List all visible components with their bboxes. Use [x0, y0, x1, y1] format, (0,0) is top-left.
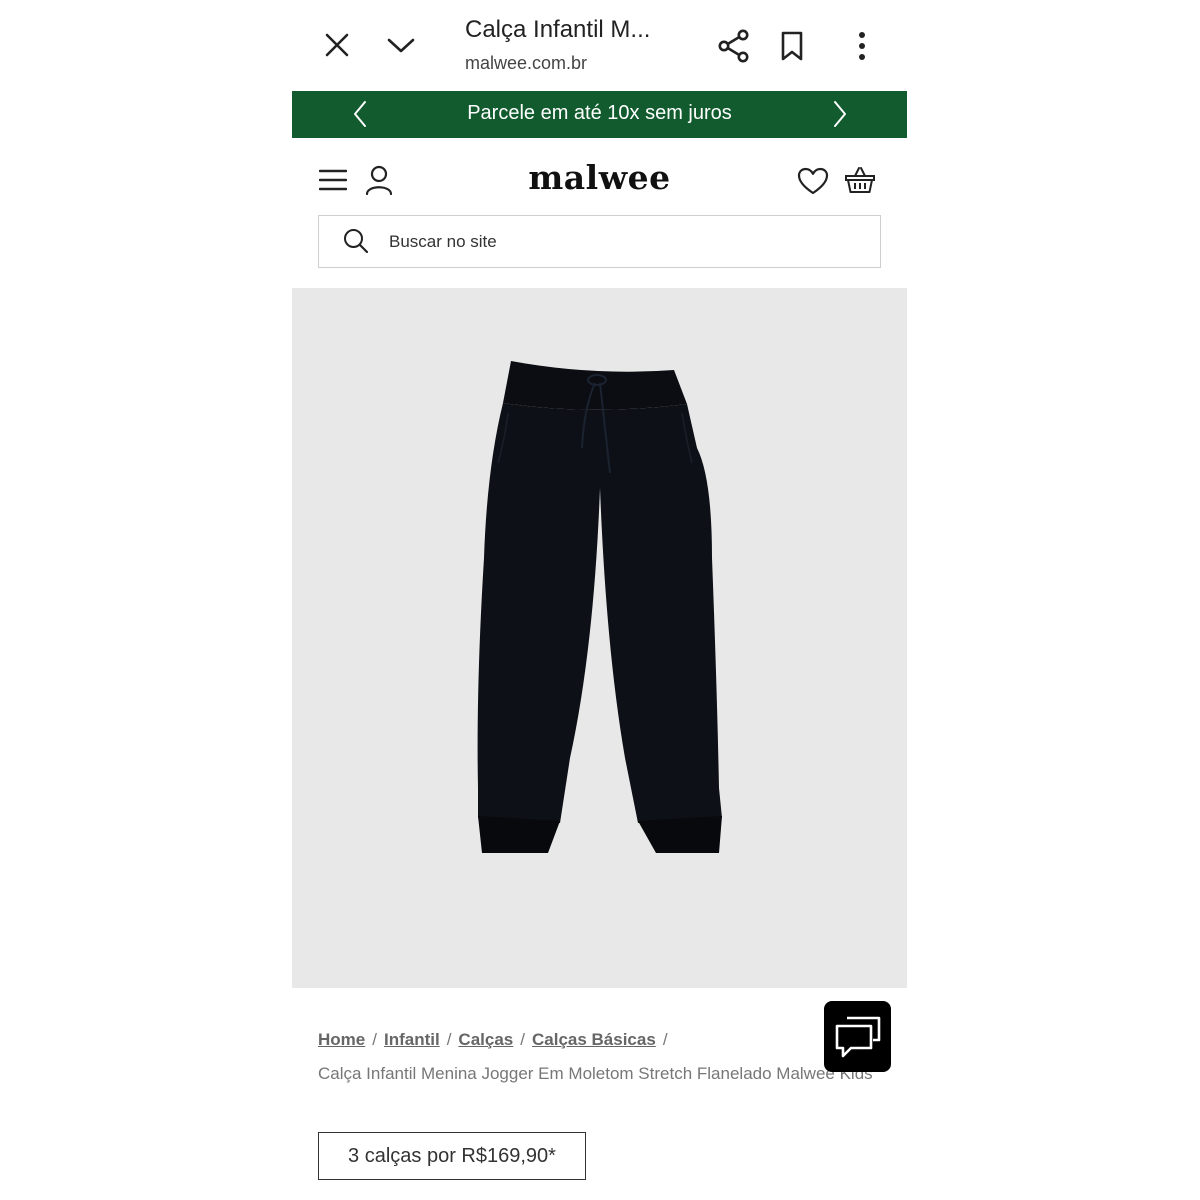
browser-toolbar: Calça Infantil M... malwee.com.br: [292, 0, 907, 91]
search-bar: [318, 215, 881, 268]
chat-icon: [835, 1016, 880, 1057]
bookmark-icon[interactable]: [776, 28, 808, 64]
chat-button[interactable]: [824, 1001, 891, 1072]
more-vertical-icon[interactable]: [848, 28, 876, 64]
breadcrumb-calcas[interactable]: Calças: [458, 1030, 513, 1049]
breadcrumb-separator: /: [520, 1030, 525, 1049]
site-header: malwee: [292, 138, 907, 214]
promo-next-button[interactable]: [825, 99, 855, 129]
search-input[interactable]: [389, 216, 849, 267]
breadcrumb-infantil[interactable]: Infantil: [384, 1030, 440, 1049]
promo-banner: Parcele em até 10x sem juros: [292, 91, 907, 138]
share-icon[interactable]: [716, 28, 752, 64]
tab-title: Calça Infantil M...: [465, 16, 651, 43]
breadcrumb-separator: /: [446, 1030, 452, 1049]
product-title: Calça Infantil Menina Jogger Em Moletom …: [318, 1064, 873, 1083]
page: Calça Infantil M... malwee.com.br Parcel…: [292, 0, 907, 1200]
chevron-down-icon[interactable]: [384, 28, 418, 62]
url-display[interactable]: malwee.com.br: [465, 53, 587, 74]
breadcrumb-calcas-basicas[interactable]: Calças Básicas: [532, 1030, 656, 1049]
close-icon[interactable]: [320, 28, 354, 62]
promo-text: Parcele em até 10x sem juros: [467, 102, 732, 124]
search-icon[interactable]: [343, 228, 369, 259]
jogger-pants-image: [477, 361, 722, 853]
promo-price-button[interactable]: 3 calças por R$169,90*: [318, 1132, 586, 1180]
basket-icon[interactable]: [843, 164, 877, 196]
breadcrumb-separator: /: [372, 1030, 377, 1049]
breadcrumb-home[interactable]: Home: [318, 1030, 365, 1049]
product-image[interactable]: [292, 288, 907, 988]
breadcrumb-separator: /: [662, 1030, 668, 1049]
breadcrumb: Home / Infantil / Calças / Calças Básicas /: [318, 1030, 675, 1050]
heart-icon[interactable]: [795, 164, 831, 198]
